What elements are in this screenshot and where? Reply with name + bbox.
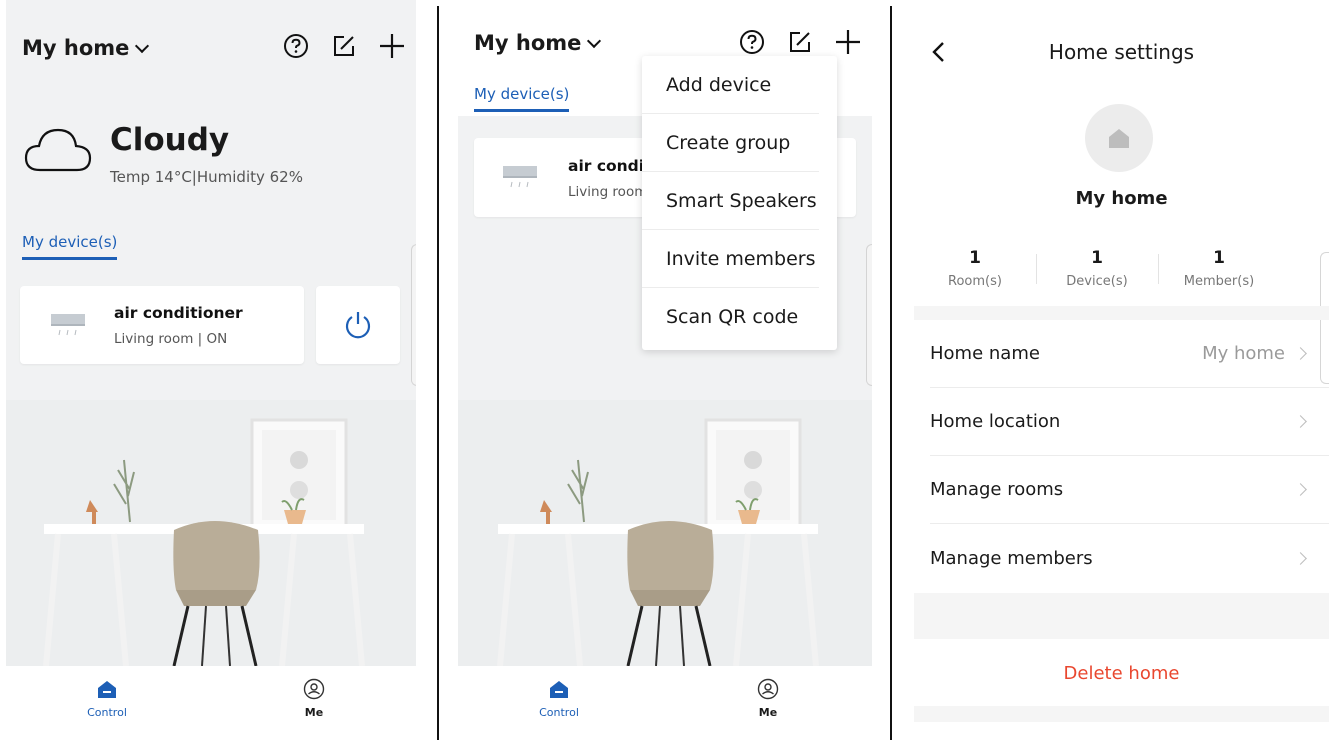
home-title: My home (474, 31, 582, 55)
chevron-right-icon (1294, 347, 1307, 360)
room-background-illustration (458, 400, 872, 666)
help-icon[interactable] (738, 28, 766, 56)
stat-rooms-value: 1 (969, 248, 981, 268)
device-status: Living room (568, 184, 648, 200)
stage: My home Cloudy Temp 14°C|Humidity 62% My… (0, 0, 1329, 747)
stat-members-value: 1 (1213, 248, 1225, 268)
cloud-icon (24, 128, 92, 172)
row-manage-rooms-label: Manage rooms (930, 479, 1064, 500)
menu-smart-speakers[interactable]: Smart Speakers (642, 172, 819, 230)
menu-invite-members[interactable]: Invite members (642, 230, 819, 288)
menu-create-group[interactable]: Create group (642, 114, 819, 172)
panel-divider (437, 6, 439, 740)
edit-icon[interactable] (330, 32, 358, 60)
nav-me-label: Me (304, 706, 324, 719)
nav-me[interactable]: Me (274, 678, 354, 719)
home-title: My home (22, 36, 130, 60)
stat-devices[interactable]: 1 Device(s) (1036, 248, 1158, 289)
user-icon (303, 678, 325, 700)
screen-add-menu: My home My device(s) air conditi Living … (458, 0, 872, 747)
chevron-down-icon (135, 38, 150, 54)
row-home-name-label: Home name (930, 343, 1040, 364)
section-gap (914, 306, 1329, 320)
device-name: air conditioner (114, 304, 243, 322)
stat-rooms[interactable]: 1 Room(s) (914, 248, 1036, 289)
tab-my-devices[interactable]: My device(s) (474, 85, 570, 112)
scroll-edge-handle[interactable] (866, 244, 872, 386)
row-manage-members[interactable]: Manage members (930, 524, 1329, 592)
section-gap (914, 706, 1329, 722)
power-button[interactable] (316, 286, 400, 364)
nav-control-label: Control (539, 706, 579, 719)
home-filled-icon (98, 681, 116, 698)
page-title: Home settings (1048, 40, 1195, 64)
edit-icon[interactable] (786, 28, 814, 56)
section-gap (914, 593, 1329, 639)
add-icon[interactable] (834, 28, 862, 56)
home-selector[interactable]: My home (474, 31, 602, 55)
user-icon (757, 678, 779, 700)
menu-scan-qr-code[interactable]: Scan QR code (642, 288, 819, 346)
air-conditioner-icon (503, 166, 537, 188)
stat-rooms-label: Room(s) (948, 274, 1002, 289)
nav-me[interactable]: Me (728, 678, 808, 719)
bottom-navigation: Control Me (6, 666, 416, 747)
chevron-right-icon (1294, 551, 1307, 565)
nav-control-label: Control (87, 706, 127, 719)
room-background-illustration (6, 400, 416, 666)
chevron-right-icon (1294, 483, 1307, 496)
home-icon (1109, 129, 1129, 148)
stat-devices-label: Device(s) (1066, 274, 1128, 289)
menu-add-device[interactable]: Add device (642, 56, 819, 114)
power-icon (345, 312, 371, 339)
home-selector[interactable]: My home (22, 36, 150, 60)
home-name-heading: My home (1075, 188, 1168, 209)
home-filled-icon (550, 681, 568, 698)
tab-my-devices[interactable]: My device(s) (22, 233, 118, 260)
air-conditioner-icon (51, 314, 85, 336)
row-manage-rooms[interactable]: Manage rooms (930, 456, 1329, 524)
weather-detail: Temp 14°C|Humidity 62% (110, 168, 303, 186)
nav-control[interactable]: Control (67, 678, 147, 719)
chevron-down-icon (587, 33, 602, 49)
row-home-location-label: Home location (930, 411, 1061, 432)
screen-home-settings: Home settings My home 1 Room(s) 1 Device… (892, 0, 1329, 747)
add-menu-dropdown: Add device Create group Smart Speakers I… (642, 56, 837, 350)
scroll-edge-handle[interactable] (411, 244, 416, 386)
nav-control[interactable]: Control (519, 678, 599, 719)
device-status: Living room | ON (114, 331, 228, 347)
nav-me-label: Me (758, 706, 778, 719)
device-card-air-conditioner[interactable]: air conditioner Living room | ON (20, 286, 304, 364)
chevron-right-icon (1294, 415, 1307, 428)
help-icon[interactable] (282, 32, 310, 60)
delete-home-button[interactable]: Delete home (914, 640, 1329, 706)
top-icons (282, 32, 406, 60)
screen-control-home: My home Cloudy Temp 14°C|Humidity 62% My… (6, 0, 416, 747)
row-home-name[interactable]: Home name My home (930, 320, 1329, 388)
stat-devices-value: 1 (1091, 248, 1103, 268)
row-manage-members-label: Manage members (930, 547, 1093, 569)
weather-condition: Cloudy (110, 122, 230, 158)
home-avatar[interactable] (1085, 104, 1153, 172)
row-home-location[interactable]: Home location (930, 388, 1329, 456)
add-icon[interactable] (378, 32, 406, 60)
home-stats: 1 Room(s) 1 Device(s) 1 Member(s) (914, 248, 1280, 289)
row-home-name-value: My home (1202, 343, 1285, 364)
bottom-navigation: Control Me (458, 666, 872, 747)
stat-members-label: Member(s) (1183, 274, 1255, 289)
stat-members[interactable]: 1 Member(s) (1158, 248, 1280, 289)
top-icons (738, 28, 862, 56)
